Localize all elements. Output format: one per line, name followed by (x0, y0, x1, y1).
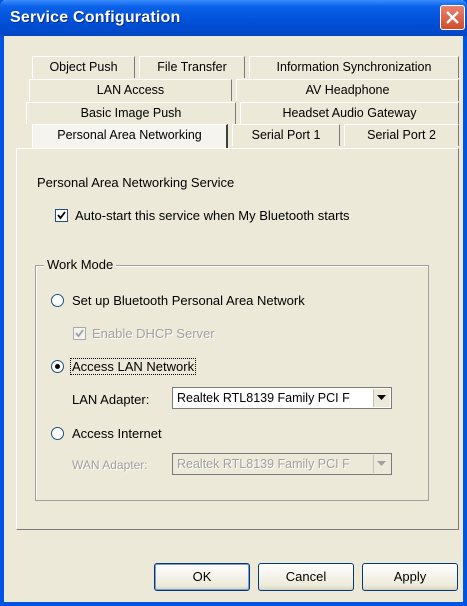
tab-row-3: Basic Image Push Headset Audio Gateway (4, 102, 459, 124)
window-title: Service Configuration (10, 9, 181, 26)
radio-access-internet-label[interactable]: Access Internet (72, 426, 162, 441)
tab-row-4: Personal Area Networking Serial Port 1 S… (4, 124, 459, 148)
tab-row-1: Object Push File Transfer Information Sy… (4, 56, 459, 78)
lan-adapter-label: LAN Adapter: (72, 392, 150, 407)
tab-object-push[interactable]: Object Push (32, 56, 135, 78)
radio-access-internet[interactable] (51, 427, 64, 440)
tab-headset-audio-gateway[interactable]: Headset Audio Gateway (240, 102, 459, 124)
wan-adapter-value: Realtek RTL8139 Family PCI F (177, 457, 350, 471)
service-title: Personal Area Networking Service (37, 175, 235, 190)
autostart-checkbox[interactable] (55, 209, 68, 222)
service-configuration-dialog: Service Configuration Object Push File T… (0, 0, 467, 606)
checkmark-icon (57, 211, 66, 220)
lan-adapter-select[interactable]: Realtek RTL8139 Family PCI F (172, 387, 392, 409)
tab-file-transfer[interactable]: File Transfer (139, 56, 245, 78)
chevron-down-icon (377, 395, 386, 400)
autostart-label[interactable]: Auto-start this service when My Bluetoot… (75, 208, 350, 223)
radio-selected-dot (55, 364, 60, 369)
close-button[interactable] (440, 5, 465, 30)
tab-basic-image-push[interactable]: Basic Image Push (26, 102, 236, 124)
work-mode-legend: Work Mode (44, 257, 117, 272)
title-bar[interactable]: Service Configuration (0, 0, 467, 36)
checkmark-icon (75, 329, 84, 338)
lan-adapter-value: Realtek RTL8139 Family PCI F (177, 391, 350, 405)
tab-av-headphone[interactable]: AV Headphone (236, 79, 459, 101)
dhcp-label: Enable DHCP Server (92, 326, 215, 341)
radio-setup-pan[interactable] (51, 294, 64, 307)
tab-information-synchronization[interactable]: Information Synchronization (249, 56, 459, 78)
lan-adapter-dropdown-button[interactable] (373, 389, 390, 407)
cancel-button[interactable]: Cancel (258, 563, 354, 591)
wan-adapter-label: WAN Adapter: (72, 458, 148, 472)
tab-panel: Personal Area Networking Service Auto-st… (16, 148, 459, 530)
tab-row-2: LAN Access AV Headphone (4, 79, 459, 101)
radio-setup-pan-label[interactable]: Set up Bluetooth Personal Area Network (72, 293, 305, 308)
tab-personal-area-networking[interactable]: Personal Area Networking (32, 124, 228, 148)
ok-button[interactable]: OK (154, 563, 250, 591)
close-icon (446, 11, 459, 24)
apply-button[interactable]: Apply (362, 563, 458, 591)
tab-lan-access[interactable]: LAN Access (29, 79, 232, 101)
wan-adapter-select[interactable]: Realtek RTL8139 Family PCI F (172, 453, 392, 475)
tab-strip: Object Push File Transfer Information Sy… (4, 36, 463, 148)
tab-serial-port-2[interactable]: Serial Port 2 (344, 124, 459, 146)
dhcp-checkbox[interactable] (73, 327, 86, 340)
tab-serial-port-1[interactable]: Serial Port 1 (232, 124, 340, 146)
chevron-down-icon (377, 461, 386, 466)
radio-access-lan-label[interactable]: Access LAN Network (70, 358, 197, 375)
radio-access-lan[interactable] (51, 360, 64, 373)
work-mode-group: Work Mode Set up Bluetooth Personal Area… (35, 257, 429, 501)
wan-adapter-dropdown-button[interactable] (373, 455, 390, 473)
